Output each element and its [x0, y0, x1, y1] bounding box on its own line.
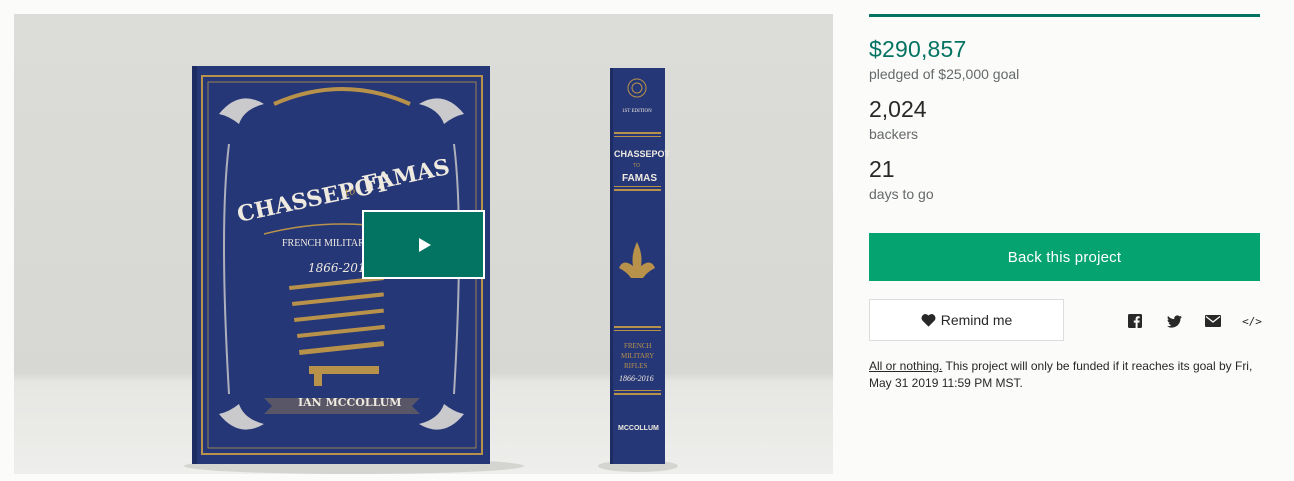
book-spine — [610, 68, 665, 464]
spine-author: MCCOLLUM — [618, 425, 659, 432]
days-to-go-caption: days to go — [869, 186, 934, 202]
remind-me-label: Remind me — [940, 312, 1013, 328]
days-to-go-count: 21 — [869, 156, 895, 182]
project-video[interactable]: CHASSEPOT to FAMAS FRENCH MILITARY RIFLE… — [14, 14, 833, 474]
all-or-nothing-link[interactable]: All or nothing. — [869, 359, 942, 373]
spine-subtitle-4: 1866-2016 — [619, 374, 654, 383]
facebook-icon[interactable] — [1128, 313, 1142, 329]
backers-caption: backers — [869, 126, 919, 142]
campaign-stats-panel: $290,857 pledged of $25,000 goal 2,024 b… — [869, 14, 1262, 474]
spine-subtitle-3: RIFLES — [624, 362, 647, 370]
spine-subtitle-1: FRENCH — [624, 342, 652, 350]
spine-edition: 1ST EDITION — [622, 109, 652, 114]
cover-author: IAN MCCOLLUM — [298, 396, 401, 409]
twitter-icon[interactable] — [1166, 313, 1182, 329]
spine-title-to: TO — [633, 163, 640, 169]
heart-icon — [921, 314, 936, 327]
pledged-goal-caption: pledged of $25,000 goal — [869, 66, 1020, 82]
spine-title-chassepot: CHASSEPOT — [614, 149, 671, 159]
back-this-project-button[interactable]: Back this project — [869, 233, 1260, 281]
funding-progress-fill — [869, 14, 1260, 17]
spine-title-famas: FAMAS — [622, 173, 657, 184]
backers-count: 2,024 — [869, 96, 927, 122]
funding-progress-bar — [869, 14, 1260, 17]
remind-me-button[interactable]: Remind me — [869, 299, 1064, 341]
spine-subtitle-2: MILITARY — [621, 352, 654, 360]
funding-note: All or nothing. This project will only b… — [869, 358, 1260, 392]
embed-icon[interactable]: </> — [1242, 313, 1262, 329]
email-icon[interactable] — [1205, 313, 1221, 329]
play-button[interactable] — [362, 210, 485, 279]
pledged-amount: $290,857 — [869, 36, 967, 62]
play-icon — [419, 237, 431, 252]
